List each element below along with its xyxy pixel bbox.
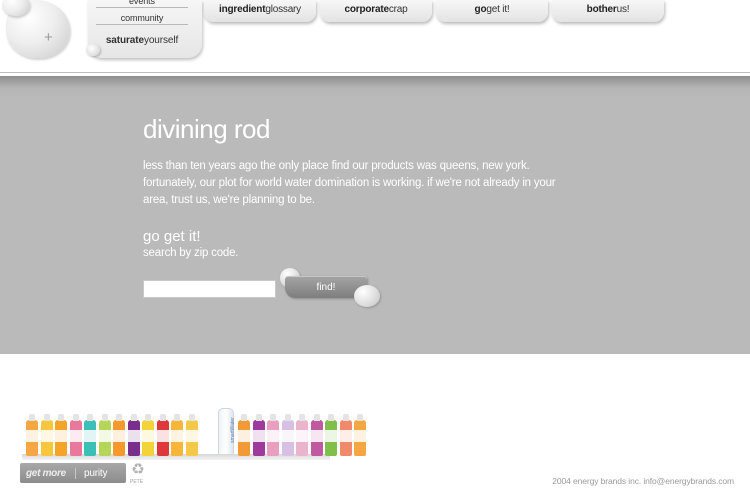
product-bottle [84, 414, 96, 456]
tab-bother-us[interactable]: botherus! [552, 0, 664, 22]
nav-item-saturate-yourself[interactable]: saturateyourself [96, 34, 188, 48]
product-bottle [156, 414, 169, 456]
product-bottle [310, 414, 323, 456]
product-bottle [296, 414, 308, 456]
copyright-text: 2004 energy brands inc. info@energybrand… [552, 476, 734, 486]
get-more-purity-button[interactable]: get more purity [20, 463, 126, 483]
tab-label-bold: corporate [344, 4, 390, 15]
nav-item-community[interactable]: community [96, 11, 188, 25]
product-bottle [142, 414, 154, 456]
plus-icon[interactable]: + [44, 30, 53, 45]
smartwater-label: smartWater [229, 417, 236, 443]
intro-paragraph: less than ten years ago the only place f… [143, 160, 556, 206]
product-bottle [185, 414, 198, 456]
product-bottle [171, 414, 183, 456]
section-title: go get it! [143, 228, 201, 245]
recycle-label: PETE [130, 479, 144, 485]
section-subtitle: search by zip code. [143, 247, 239, 259]
product-bottle [325, 414, 337, 456]
drop-knob-icon [86, 44, 100, 56]
badge-label-left: get more [20, 467, 76, 479]
product-bottle [127, 414, 140, 456]
product-bottle [238, 414, 250, 456]
tab-label-bold: ingredient [219, 4, 266, 15]
product-bottle [281, 414, 294, 456]
tab-corporate-crap[interactable]: corporatecrap [320, 0, 432, 22]
product-bottle [252, 414, 265, 456]
product-bottle [339, 414, 352, 456]
tab-label-rest: get it! [486, 4, 510, 15]
product-bottle [40, 414, 53, 456]
product-bottle [26, 414, 38, 456]
top-navigation: + events community saturateyourself ingr… [0, 0, 750, 74]
nav-submenu: events community saturateyourself [86, 0, 202, 58]
product-bottle [69, 414, 82, 456]
tab-label-bold: go [474, 4, 487, 15]
product-bottle [98, 414, 111, 456]
tab-ingredient-glossary[interactable]: ingredientglossary [204, 0, 316, 22]
tab-label-rest: glossary [265, 4, 301, 15]
nav-label-rest: yourself [143, 35, 179, 46]
zip-code-input[interactable] [143, 280, 276, 298]
product-bottle [113, 414, 125, 456]
nav-item-events[interactable]: events [96, 0, 188, 8]
page-title: divining rod [143, 114, 270, 144]
product-bottle [55, 414, 67, 456]
tab-label-bold: bother [586, 4, 617, 15]
product-bottles-image: smartWater [22, 402, 366, 460]
badge-label-right: purity [84, 467, 108, 479]
smartwater-bottle: smartWater [218, 408, 236, 456]
nav-divider [0, 72, 750, 73]
product-bottle [354, 414, 366, 456]
content-band: divining rod less than ten years ago the… [0, 76, 750, 354]
nav-label-bold: saturate [105, 35, 144, 46]
product-bottle [267, 414, 279, 456]
tab-label-rest: crap [388, 4, 408, 15]
water-drop-decoration [354, 285, 380, 307]
tab-go-get-it[interactable]: goget it! [436, 0, 548, 22]
tab-label-rest: us! [616, 4, 630, 15]
